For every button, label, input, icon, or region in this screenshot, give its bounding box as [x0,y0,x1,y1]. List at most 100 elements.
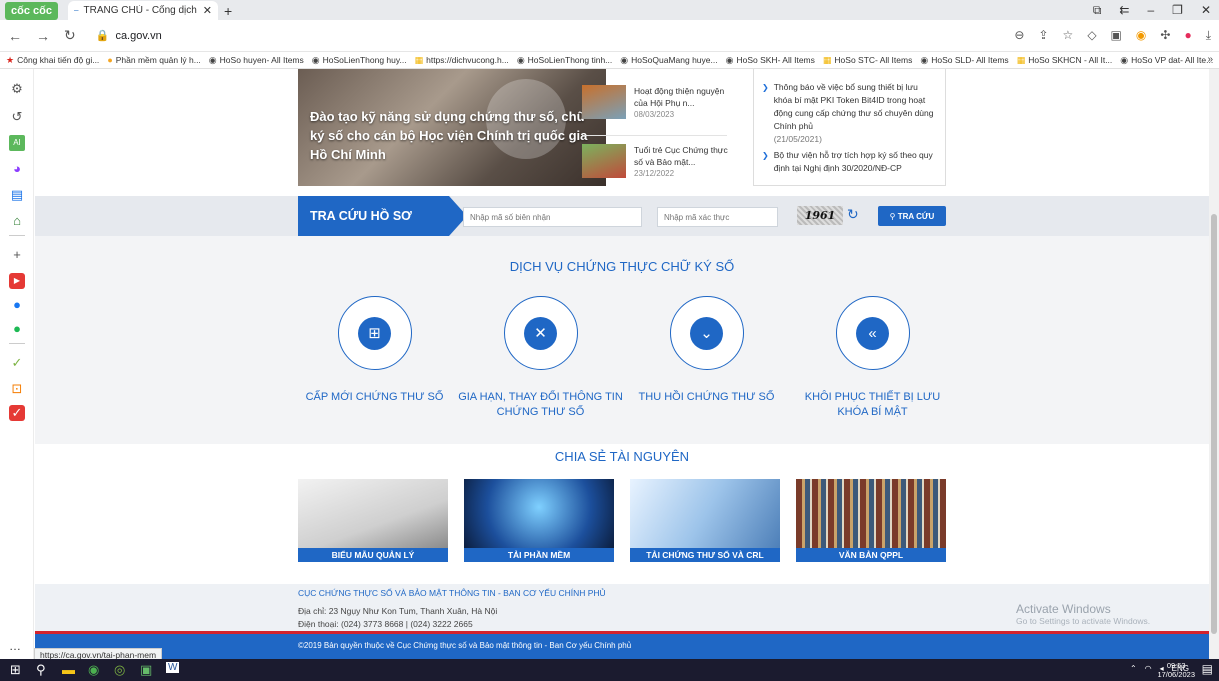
resource-certificates[interactable]: TẢI CHỨNG THƯ SỐ VÀ CRL [630,479,780,562]
service-label[interactable]: GIA HẠN, THAY ĐỔI THÔNG TIN CHỨNG THƯ SỐ [458,390,623,420]
service-label[interactable]: KHÔI PHỤC THIẾT BỊ LƯU KHÓA BÍ MẬT [790,390,955,420]
maximize-button[interactable]: ❐ [1172,3,1183,18]
ai-icon[interactable]: AI [9,135,25,151]
address-bar[interactable]: ca.gov.vn [115,30,161,42]
bookmark-item[interactable]: ◉ HoSo SLD- All Items [920,55,1008,66]
settings-icon[interactable]: ⚙ [9,81,25,97]
close-tab-icon[interactable]: ✕ [203,4,212,17]
resource-forms[interactable]: BIỂU MẪU QUẢN LÝ [298,479,448,562]
lookup-button[interactable]: ⚲ TRA CỨU [878,206,946,226]
bookmark-item[interactable]: ◉ HoSo VP dat- All Ite... [1120,55,1213,66]
edu-icon[interactable]: ▤ [9,187,25,203]
bookmark-item[interactable]: ◉ HoSoQuaMang huye... [620,55,717,66]
bookmark-item[interactable]: ◉ HoSoLienThong tinh... [517,55,612,66]
scrollbar-thumb[interactable] [1211,214,1217,634]
captcha-input[interactable] [657,207,778,227]
zoom-icon[interactable]: ⊖ [1014,28,1024,43]
globe-icon: ◉ [725,54,734,65]
facebook-icon[interactable]: ● [9,297,25,313]
resource-label[interactable]: TẢI PHẦN MỀM [464,548,614,562]
network-icon[interactable]: ◠ [1145,664,1152,673]
share-icon[interactable]: ⇪ [1038,28,1048,43]
taskbar-clock[interactable]: 09:53 17/06/2023 [1157,661,1195,679]
receipt-number-input[interactable] [463,207,642,227]
service-revoke-certificate[interactable]: ⌄ THU HỒI CHỨNG THƯ SỐ [624,296,789,405]
refresh-captcha-icon[interactable]: ↻ [847,206,859,223]
profile-icon[interactable]: ● [1184,28,1191,43]
resource-software[interactable]: TẢI PHẦN MỀM [464,479,614,562]
notice-title[interactable]: Bộ thư viện hỗ trợ tích hợp ký số theo q… [774,150,933,173]
notice-title[interactable]: Thông báo về việc bổ sung thiết bị lưu k… [774,82,934,131]
service-new-certificate[interactable]: ⊞ CẤP MỚI CHỨNG THƯ SỐ [292,296,457,405]
game-icon[interactable]: ⌂ [9,213,25,229]
download-manager-icon[interactable]: ▣ [1111,28,1122,43]
notification-icon[interactable]: ▤ [1202,662,1213,676]
shopping-icon[interactable]: ⊡ [9,381,25,397]
extension-icon[interactable]: ◉ [1136,28,1146,43]
news-title[interactable]: Tuổi trẻ Cục Chứng thực số và Bảo mật... [634,144,732,168]
coccoc-menu-button[interactable]: cốc cốc [5,2,58,20]
search-icon[interactable]: ⚲ [36,662,46,678]
bookmark-item[interactable]: ◉ HoSoLienThong huy... [312,55,407,66]
notice-item[interactable]: ❯ Thông báo về việc bổ sung thiết bị lưu… [762,81,937,146]
resource-legal-docs[interactable]: VĂN BẢN QPPL [796,479,946,562]
new-tab-button[interactable]: + [224,3,232,19]
browser-tab[interactable]: ⎯ TRANG CHỦ - Cổng dịch vụ ✕ [67,1,218,20]
download-icon[interactable]: ⤓ [1206,28,1211,43]
messenger-icon[interactable]: ◕ [9,161,25,177]
windows-start-icon[interactable]: ⊞ [10,662,21,678]
word-icon[interactable]: W [166,662,180,673]
reload-button[interactable]: ↻ [64,27,76,44]
coccoc-icon[interactable]: ◎ [114,662,125,678]
lock-icon[interactable]: 🔒 [96,29,110,42]
chrome-icon[interactable]: ◉ [88,662,99,678]
news-item[interactable]: Hoạt động thiện nguyện của Hội Phụ n... 0… [582,85,732,121]
bookmark-star-icon[interactable]: ☆ [1063,28,1074,43]
file-explorer-icon[interactable]: ▬ [62,662,75,677]
resource-label[interactable]: TẢI CHỨNG THƯ SỐ VÀ CRL [630,548,780,562]
resource-label[interactable]: BIỂU MẪU QUẢN LÝ [298,548,448,562]
bookmark-item[interactable]: ◉ HoSo SKH- All Items [726,55,815,66]
service-recover-key-device[interactable]: « KHÔI PHỤC THIẾT BỊ LƯU KHÓA BÍ MẬT [790,296,955,420]
bookmark-item[interactable]: ★ Công khai tiến độ gi... [6,55,99,66]
more-bookmarks-icon[interactable]: » [1207,54,1213,65]
history-icon[interactable]: ↺ [9,109,25,125]
cast-icon[interactable]: ⧉ [1093,3,1102,18]
close-window-button[interactable]: ✕ [1201,3,1211,18]
tray-chevron-icon[interactable]: ⌃ [1130,664,1137,673]
bookmark-item[interactable]: ● Phần mềm quản lý h... [107,55,200,65]
shield-icon[interactable]: ◇ [1087,28,1096,43]
minimize-button[interactable]: – [1147,3,1154,18]
bookmark-item[interactable]: ◉ HoSo huyen- All Items [209,55,304,66]
sidebar-toggle-icon[interactable]: ⇇ [1119,3,1129,18]
extensions-puzzle-icon[interactable]: ✣ [1160,28,1170,43]
service-label[interactable]: THU HỒI CHỨNG THƯ SỐ [624,390,789,405]
news-date: 08/03/2023 [634,110,675,119]
extension-icon[interactable]: ✓ [9,355,25,371]
photos-icon[interactable]: ▣ [140,662,152,678]
back-button[interactable]: ← [8,28,22,44]
clock-time: 09:53 [1166,661,1186,670]
news-item[interactable]: Tuổi trẻ Cục Chứng thực số và Bảo mật...… [582,144,732,180]
todo-icon[interactable]: ✓ [9,405,25,421]
youtube-icon[interactable]: ▶ [9,273,25,289]
hero-slide[interactable]: Đào tạo kỹ năng sử dụng chứng thư số, ch… [298,69,606,186]
page-scrollbar[interactable] [1209,69,1219,659]
calendar-plus-icon: ⊞ [358,316,391,350]
notice-item[interactable]: ❯ Bộ thư viện hỗ trợ tích hợp ký số theo… [762,149,937,175]
globe-icon: ◉ [1120,54,1129,65]
resource-label[interactable]: VĂN BẢN QPPL [796,548,946,562]
spotify-icon[interactable]: ● [9,321,25,337]
bookmark-item[interactable]: ▦ https://dichvucong.h... [415,55,509,66]
add-icon[interactable]: + [9,247,25,263]
bookmark-item[interactable]: ▦ HoSo SKHCN - All It... [1017,55,1113,66]
news-title[interactable]: Hoạt động thiện nguyện của Hội Phụ n... [634,85,732,109]
bookmark-item[interactable]: ▦ HoSo STC- All Items [823,55,912,66]
more-options-icon[interactable]: … [9,639,21,653]
hero-caption[interactable]: Đào tạo kỹ năng sử dụng chứng thư số, ch… [310,107,590,164]
service-renew-certificate[interactable]: ✕ GIA HẠN, THAY ĐỔI THÔNG TIN CHỨNG THƯ … [458,296,623,420]
service-label[interactable]: CẤP MỚI CHỨNG THƯ SỐ [292,390,457,405]
globe-icon: ◉ [516,54,525,65]
forward-button[interactable]: → [36,28,50,44]
resources-section: CHIA SẺ TÀI NGUYÊN BIỂU MẪU QUẢN LÝ TẢI … [35,444,1209,584]
